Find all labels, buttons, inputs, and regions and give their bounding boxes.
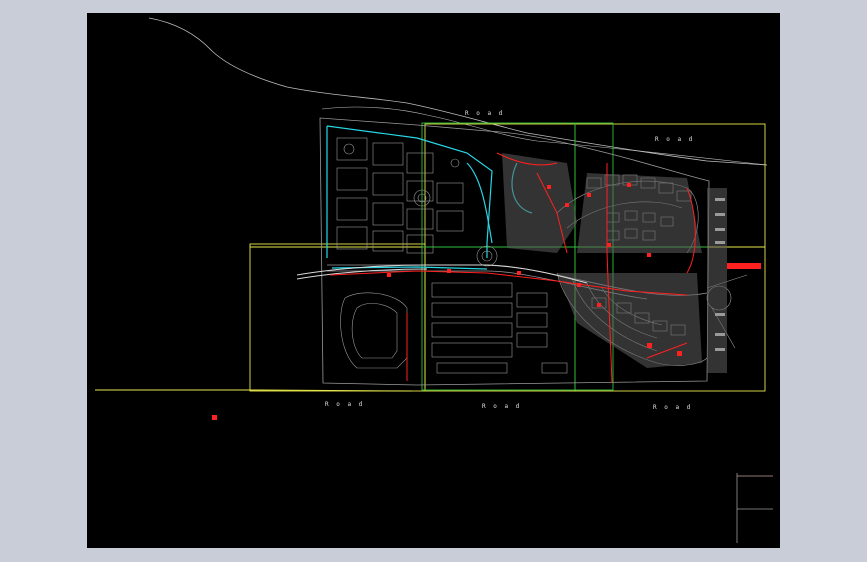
road-label-south-west: R o a d [325, 401, 365, 408]
drawing-window: R o a d R o a d R o a d R o a d R o a d [0, 0, 867, 562]
road-label-north-east: R o a d [655, 136, 695, 143]
cyan-boundary [326, 125, 533, 270]
road-label-north: R o a d [465, 110, 505, 117]
crosshair-icon [736, 473, 773, 543]
cad-model-space[interactable]: R o a d R o a d R o a d R o a d R o a d [87, 13, 780, 548]
road-label-south-east: R o a d [653, 404, 693, 411]
housing-blocks-sw [340, 282, 568, 374]
site-plan-drawing [95, 17, 773, 543]
dense-detail-areas [502, 153, 727, 373]
road-label-south-mid: R o a d [482, 403, 522, 410]
